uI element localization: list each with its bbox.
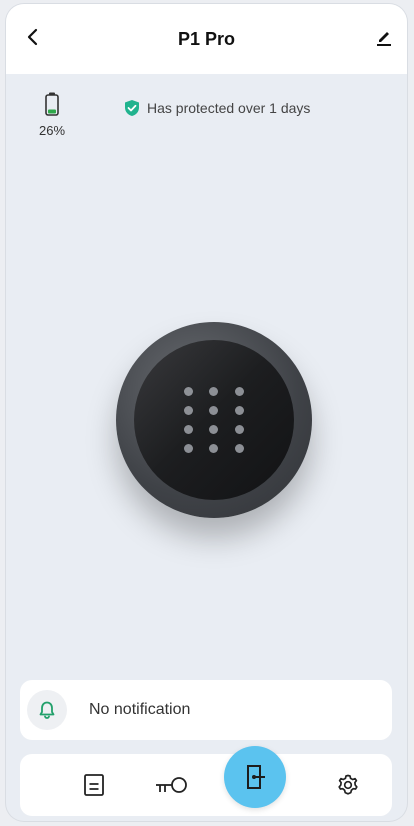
keypad-dot <box>234 425 244 434</box>
keypad-dot <box>209 387 219 396</box>
keypad-dot <box>209 425 219 434</box>
keypad-dot <box>234 406 244 415</box>
notification-card[interactable]: No notification <box>20 680 392 740</box>
smart-lock-image[interactable] <box>116 322 312 518</box>
app-frame: P1 Pro 26% Has protected over 1 days No … <box>6 4 407 821</box>
keypad-dot <box>234 444 244 453</box>
document-icon <box>84 774 104 796</box>
chevron-left-icon <box>27 28 38 46</box>
keypad-dot <box>184 406 194 415</box>
battery-indicator: 26% <box>32 92 72 138</box>
tab-keys[interactable] <box>142 754 202 816</box>
back-button[interactable] <box>18 22 48 52</box>
notification-text: No notification <box>89 701 191 718</box>
keypad-dot <box>184 444 194 453</box>
keypad-dot <box>209 406 219 415</box>
bell-icon-wrap <box>27 690 67 730</box>
keypad-dot <box>184 425 194 434</box>
bottom-tab-bar <box>20 746 392 816</box>
tab-logs[interactable] <box>64 754 124 816</box>
keypad-dots <box>176 382 252 458</box>
tab-settings[interactable] <box>318 754 378 816</box>
key-icon <box>156 777 187 793</box>
gear-icon <box>338 774 358 795</box>
protection-status: Has protected over 1 days <box>123 99 310 117</box>
door-icon <box>247 765 265 789</box>
bell-icon <box>39 701 55 719</box>
battery-percent: 26% <box>38 123 66 138</box>
edit-button[interactable] <box>369 22 399 52</box>
lock-keypad-face <box>134 340 294 500</box>
pencil-icon <box>377 32 391 46</box>
header: P1 Pro <box>6 4 407 74</box>
tab-unlock[interactable] <box>224 746 286 808</box>
keypad-dot <box>184 387 194 396</box>
keypad-dot <box>209 444 219 453</box>
page-title: P1 Pro <box>177 28 236 49</box>
shield-check-icon <box>125 100 139 116</box>
battery-icon <box>45 92 59 116</box>
keypad-dot <box>234 387 244 396</box>
status-text: Has protected over 1 days <box>147 100 311 116</box>
